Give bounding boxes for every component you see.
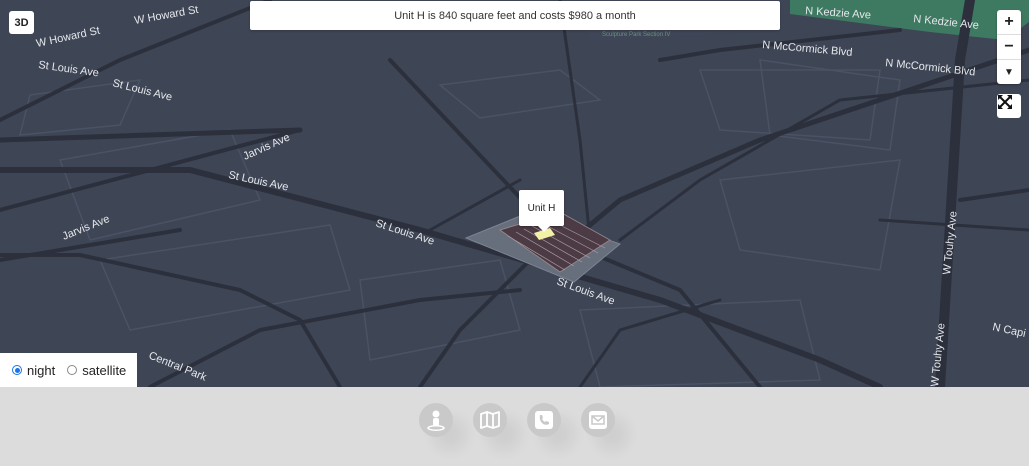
zoom-controls: + − ▼: [997, 10, 1021, 84]
map-view[interactable]: W Howard St W Howard St St Louis Ave St …: [0, 0, 1029, 387]
night-label: night: [27, 362, 56, 378]
street-label: Central Park: [147, 350, 209, 384]
mail-icon[interactable]: [581, 403, 615, 437]
street-label: N Capi: [991, 321, 1026, 340]
night-radio[interactable]: [12, 365, 22, 375]
street-label: Jarvis Ave: [61, 213, 112, 243]
zoom-out-button[interactable]: −: [997, 35, 1021, 60]
map-icon[interactable]: [473, 403, 507, 437]
road-network: [0, 0, 1029, 387]
street-label: W Touhy Ave: [941, 211, 960, 276]
toggle-3d-button[interactable]: 3D: [9, 11, 34, 34]
street-label: Jarvis Ave: [241, 131, 292, 162]
street-label: St Louis Ave: [111, 77, 173, 103]
layer-option-satellite[interactable]: satellite: [67, 363, 126, 378]
layer-option-night[interactable]: night: [12, 363, 55, 378]
map-canvas[interactable]: W Howard St W Howard St St Louis Ave St …: [0, 0, 1029, 387]
street-label: W Howard St: [35, 25, 101, 50]
compass-button[interactable]: ▼: [997, 60, 1021, 84]
zoom-in-button[interactable]: +: [997, 10, 1021, 35]
phone-icon[interactable]: [527, 403, 561, 437]
satellite-label: satellite: [82, 362, 127, 378]
unit-popup[interactable]: Unit H: [519, 190, 564, 232]
park-label: Sculpture Park Section IV: [602, 32, 670, 38]
street-label: W Howard St: [133, 4, 199, 27]
footer-icons: [419, 403, 615, 437]
info-banner: Unit H is 840 square feet and costs $980…: [250, 1, 780, 30]
layer-switcher: night satellite: [0, 353, 137, 387]
fullscreen-button[interactable]: [997, 94, 1021, 118]
expand-icon: [998, 95, 1012, 109]
street-label: St Louis Ave: [38, 59, 100, 79]
street-label: St Louis Ave: [374, 217, 436, 247]
street-label: N McCormick Blvd: [762, 39, 853, 59]
person-pin-icon[interactable]: [419, 403, 453, 437]
satellite-radio[interactable]: [67, 365, 78, 375]
